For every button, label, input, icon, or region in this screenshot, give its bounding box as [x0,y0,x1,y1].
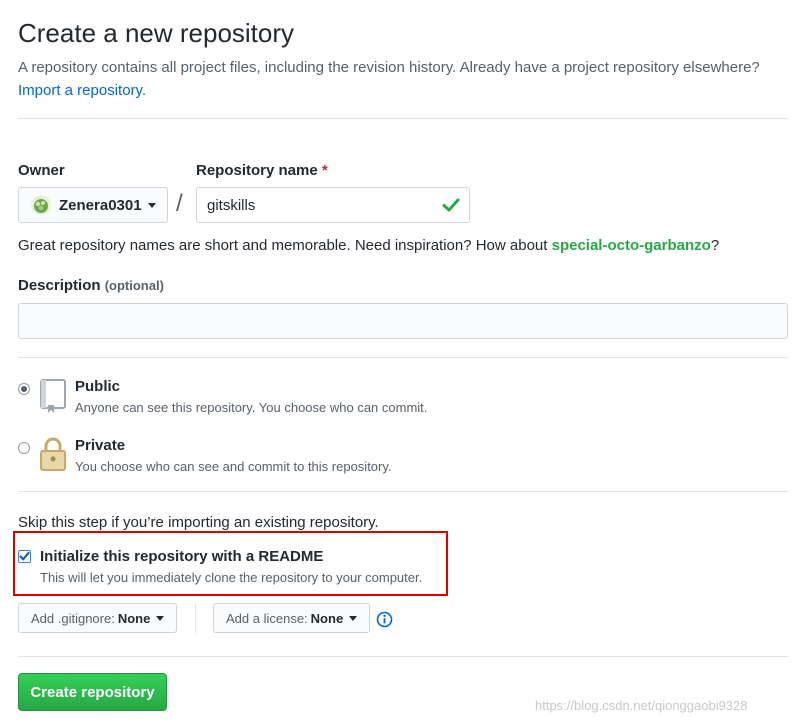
private-radio[interactable] [18,442,30,454]
owner-avatar [31,195,51,215]
public-radio[interactable] [18,383,30,395]
owner-repo-separator: / [176,190,183,217]
page-subtitle: A repository contains all project files,… [18,56,798,102]
divider-bottom [18,656,788,657]
suggested-name-link[interactable]: special-octo-garbanzo [552,237,711,254]
owner-select[interactable]: Zenera0301 [18,187,168,223]
private-title: Private [75,437,126,454]
chevron-down-icon [147,202,156,208]
dropdown-separator [195,603,196,633]
divider-lower [18,491,788,492]
page-title: Create a new repository [18,18,295,48]
repo-name-label: Repository name * [196,162,328,179]
chevron-down-icon [349,615,358,621]
import-repository-link[interactable]: Import a repository. [18,82,146,99]
suggestion-prefix: Great repository names are short and mem… [18,237,552,254]
gitignore-label: Add .gitignore: [31,610,115,626]
repo-name-input[interactable] [196,187,470,223]
description-label: Description (optional) [18,277,164,294]
divider-middle [18,357,788,358]
repo-name-label-text: Repository name [196,162,318,179]
license-value: None [310,610,344,626]
gitignore-select[interactable]: Add .gitignore: None [18,603,178,633]
chevron-down-icon [156,615,165,621]
license-label: Add a license: [226,610,308,626]
readme-note: This will let you immediately clone the … [40,570,423,585]
public-title: Public [75,378,121,395]
suggestion-suffix: ? [710,237,720,254]
radio-selected-dot [21,386,27,392]
name-suggestion: Great repository names are short and mem… [18,237,719,254]
gitignore-value: None [117,610,151,626]
description-input[interactable] [18,303,788,339]
subtitle-text: A repository contains all project files,… [18,59,760,76]
optional-tag: (optional) [104,278,164,293]
readme-label[interactable]: Initialize this repository with a README [40,548,323,565]
book-icon [40,379,66,413]
private-note: You choose who can see and commit to thi… [75,459,392,474]
divider-top [18,118,788,119]
checkmark-icon [19,551,30,561]
info-icon[interactable] [376,611,393,628]
required-mark: * [321,162,328,179]
lock-icon [40,437,66,471]
owner-label: Owner [18,162,65,179]
license-select[interactable]: Add a license: None [213,603,371,633]
owner-value: Zenera0301 [59,196,142,214]
readme-checkbox[interactable] [18,550,31,563]
public-note: Anyone can see this repository. You choo… [75,400,428,415]
check-icon [442,198,460,212]
create-repository-button[interactable]: Create repository [18,673,167,711]
description-label-text: Description [18,277,101,294]
skip-step-note: Skip this step if you’re importing an ex… [18,514,379,531]
watermark: https://blog.csdn.net/qionggaobi9328 [535,698,748,713]
